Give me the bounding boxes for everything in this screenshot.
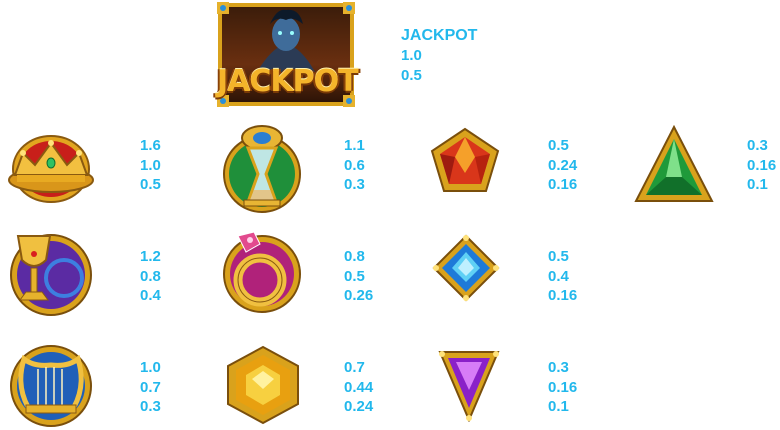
jackpot-paylist: JACKPOT 1.0 0.5: [401, 26, 477, 85]
payout-value: 0.16: [548, 378, 578, 396]
payout-value: 0.6: [344, 156, 365, 174]
green-triangle-gem-icon: [634, 125, 714, 205]
payout-value: 0.4: [140, 287, 161, 304]
payout-value: 0.5: [344, 267, 365, 285]
payout-value: 0.16: [548, 176, 578, 193]
chalice-paylist: 1.2 0.8 0.4: [140, 247, 161, 306]
payout-value: 0.3: [140, 398, 161, 415]
ring-paylist: 0.8 0.5 0.26: [344, 247, 373, 306]
purple-triangle-gem-icon: [438, 348, 500, 422]
blue-diamond-gem-icon: [432, 234, 500, 302]
jackpot-badge-text: JACKPOT: [217, 64, 359, 99]
payout-value: 0.3: [548, 359, 569, 376]
crown-icon: [5, 125, 97, 205]
payout-value: 0.8: [140, 267, 161, 285]
purple-gem-paylist: 0.3 0.16 0.1: [548, 358, 577, 417]
jackpot-value: 0.5: [401, 66, 422, 84]
red-pentagon-gem-icon: [430, 127, 500, 195]
crown-paylist: 1.6 1.0 0.5: [140, 136, 161, 195]
payout-value: 0.4: [548, 267, 569, 285]
hourglass-paylist: 1.1 0.6 0.3: [344, 136, 365, 195]
payout-value: 0.7: [344, 359, 365, 376]
lyre-paylist: 1.0 0.7 0.3: [140, 358, 161, 417]
chalice-icon: [6, 228, 96, 318]
payout-value: 0.1: [747, 176, 768, 193]
payout-value: 0.26: [344, 287, 374, 304]
payout-value: 0.24: [344, 398, 374, 415]
payout-value: 0.3: [747, 137, 768, 154]
payout-value: 0.3: [344, 176, 365, 193]
payout-value: 1.0: [140, 359, 161, 376]
payout-value: 0.16: [747, 156, 777, 174]
payout-value: 0.5: [548, 137, 569, 154]
payout-value: 0.24: [548, 156, 578, 174]
payout-value: 0.5: [140, 176, 161, 193]
payout-value: 1.6: [140, 137, 161, 154]
payout-value: 0.5: [548, 248, 569, 265]
green-gem-paylist: 0.3 0.16 0.1: [747, 136, 776, 195]
payout-value: 1.0: [140, 156, 161, 174]
hourglass-icon: [218, 116, 306, 216]
jackpot-value: 1.0: [401, 47, 422, 64]
blue-gem-paylist: 0.5 0.4 0.16: [548, 247, 577, 306]
payout-value: 0.1: [548, 398, 569, 415]
ring-icon: [220, 226, 304, 316]
payout-value: 0.7: [140, 378, 161, 396]
payout-value: 0.16: [548, 287, 578, 304]
payout-value: 1.1: [344, 137, 365, 154]
yellow-gem-paylist: 0.7 0.44 0.24: [344, 358, 373, 417]
red-gem-paylist: 0.5 0.24 0.16: [548, 136, 577, 195]
jackpot-symbol: JACKPOT: [217, 2, 359, 107]
payout-value: 0.8: [344, 248, 365, 265]
lyre-icon: [6, 345, 96, 427]
jackpot-label: JACKPOT: [401, 27, 478, 44]
yellow-hexagon-gem-icon: [226, 345, 300, 425]
payout-value: 0.44: [344, 378, 374, 396]
payout-value: 1.2: [140, 248, 161, 265]
